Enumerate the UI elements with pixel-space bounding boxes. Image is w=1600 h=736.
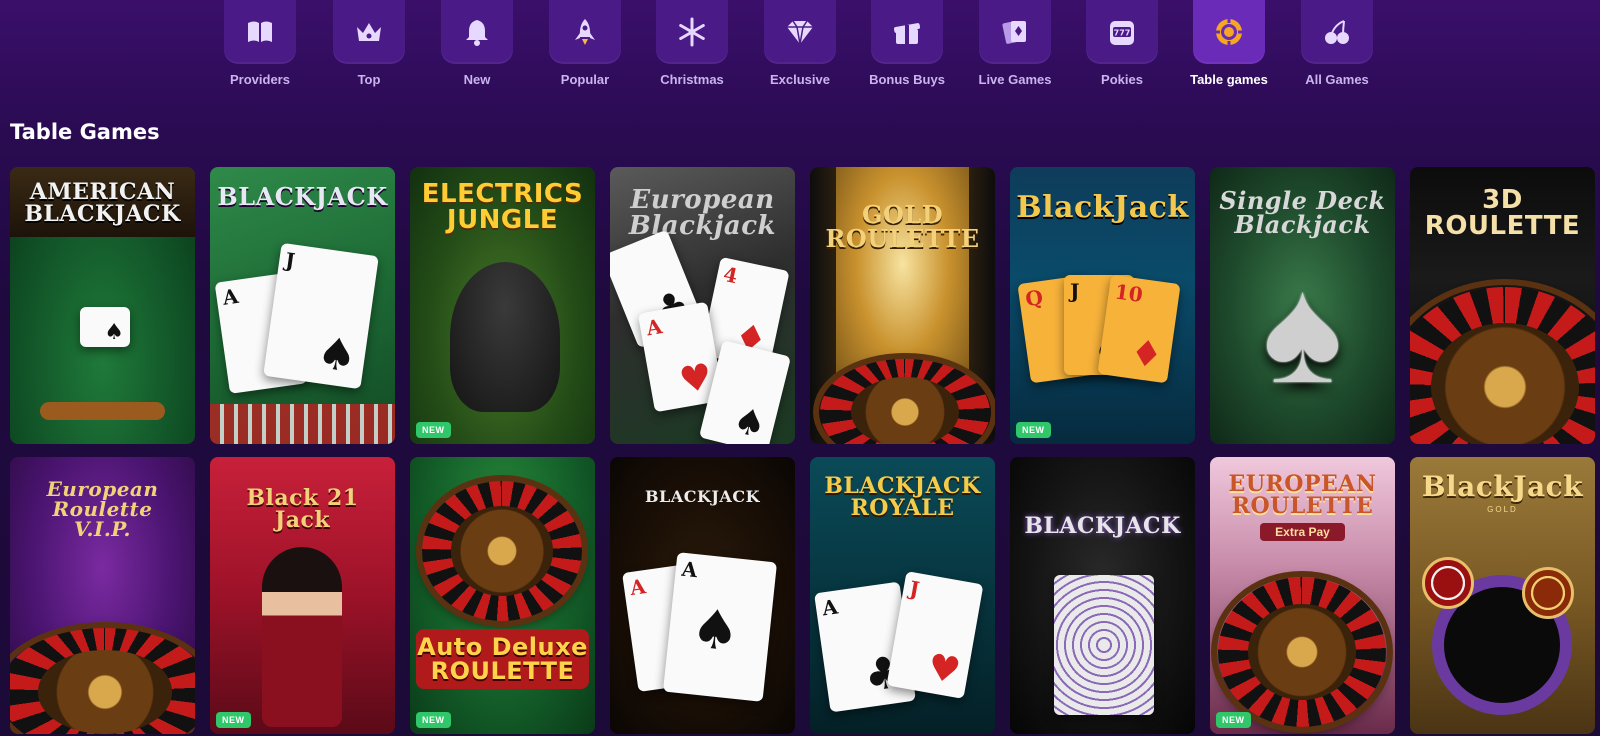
game-title: GOLD ROULETTE bbox=[825, 200, 980, 253]
category-label: Exclusive bbox=[770, 72, 830, 87]
game-title: European Roulette V.I.P. bbox=[46, 477, 159, 541]
crown-icon bbox=[333, 0, 405, 64]
category-bonus-buys[interactable]: Bonus Buys bbox=[852, 0, 962, 87]
category-new[interactable]: New bbox=[422, 0, 532, 87]
game-card-blackjack-2[interactable]: BlackJack Q J♠ 10♦ NEW bbox=[1010, 167, 1195, 444]
section-title: Table Games bbox=[10, 120, 160, 144]
game-title: BlackJack bbox=[1421, 470, 1584, 503]
gorilla-illustration bbox=[450, 262, 560, 412]
cards-icon bbox=[979, 0, 1051, 64]
category-all-games[interactable]: All Games bbox=[1282, 0, 1392, 87]
category-label: Pokies bbox=[1101, 72, 1143, 87]
category-pokies[interactable]: 777 Pokies bbox=[1067, 0, 1177, 87]
game-card-european-blackjack[interactable]: European Blackjack ♣ 4♦ A♥ ♠ bbox=[610, 167, 795, 444]
roulette-wheel bbox=[1410, 279, 1595, 444]
game-title: BLACKJACK bbox=[217, 182, 388, 211]
game-title: BLACKJACK bbox=[645, 487, 760, 506]
category-table-games[interactable]: Table games bbox=[1174, 0, 1284, 87]
category-label: Providers bbox=[230, 72, 290, 87]
game-title: BlackJack bbox=[1016, 190, 1189, 225]
category-nav: Providers Top New Popular Christmas Excl… bbox=[0, 0, 1600, 92]
svg-text:777: 777 bbox=[1114, 29, 1131, 38]
game-card-blackjack-gold[interactable]: BlackJack GOLD bbox=[1410, 457, 1595, 734]
rocket-icon bbox=[549, 0, 621, 64]
game-card-single-deck-blackjack[interactable]: Single Deck Blackjack ♠ bbox=[1210, 167, 1395, 444]
category-christmas[interactable]: Christmas bbox=[637, 0, 747, 87]
diamond-icon bbox=[764, 0, 836, 64]
gift-icon bbox=[871, 0, 943, 64]
game-card-blackjack-1[interactable]: BLACKJACK A♠ J♠ bbox=[210, 167, 395, 444]
category-label: Christmas bbox=[660, 72, 724, 87]
category-label: New bbox=[463, 72, 491, 87]
roulette-wheel bbox=[813, 352, 995, 444]
playing-card: ♠ bbox=[80, 307, 130, 347]
game-card-blackjack-3[interactable]: BLACKJACK A A ♠ bbox=[610, 457, 795, 734]
category-live-games[interactable]: Live Games bbox=[960, 0, 1070, 87]
game-card-european-roulette-vip[interactable]: European Roulette V.I.P. bbox=[10, 457, 195, 734]
playing-card: J♠ bbox=[263, 242, 379, 390]
game-title: 3D ROULETTE bbox=[1424, 185, 1581, 241]
category-providers[interactable]: Providers bbox=[205, 0, 315, 87]
game-title: EUROPEAN ROULETTE bbox=[1228, 471, 1377, 519]
game-card-blackjack-4[interactable]: BLACKJACK bbox=[1010, 457, 1195, 734]
new-badge: NEW bbox=[416, 712, 451, 728]
category-label: Live Games bbox=[978, 72, 1052, 87]
new-badge: NEW bbox=[1016, 422, 1051, 438]
new-badge: NEW bbox=[1216, 712, 1251, 728]
game-title: BLACKJACK bbox=[1024, 513, 1181, 539]
book-icon bbox=[224, 0, 296, 64]
game-card-european-roulette-extra-pay[interactable]: EUROPEAN ROULETTE Extra Pay NEW bbox=[1210, 457, 1395, 734]
cherries-icon bbox=[1301, 0, 1373, 64]
game-title: European Blackjack bbox=[628, 185, 777, 241]
category-popular[interactable]: Popular bbox=[530, 0, 640, 87]
playing-card: 10 ♦ bbox=[1097, 274, 1181, 384]
gold-label: GOLD bbox=[1487, 505, 1518, 514]
game-card-auto-deluxe-roulette[interactable]: Auto Deluxe ROULETTE NEW bbox=[410, 457, 595, 734]
new-badge: NEW bbox=[216, 712, 251, 728]
category-label: Top bbox=[357, 72, 381, 87]
category-exclusive[interactable]: Exclusive bbox=[745, 0, 855, 87]
playing-card bbox=[1054, 575, 1154, 715]
game-card-gold-roulette[interactable]: GOLD ROULETTE bbox=[810, 167, 995, 444]
game-title: BLACKJACK ROYALE bbox=[824, 473, 981, 521]
new-badge: NEW bbox=[416, 422, 451, 438]
game-card-american-blackjack[interactable]: AMERICAN BLACKJACK ♠ bbox=[10, 167, 195, 444]
category-label: Bonus Buys bbox=[869, 72, 945, 87]
game-title: Auto Deluxe ROULETTE bbox=[416, 629, 589, 689]
game-title: ELECTRICS JUNGLE bbox=[421, 179, 584, 235]
extra-pay-label: Extra Pay bbox=[1260, 523, 1345, 541]
dealer-illustration bbox=[262, 547, 342, 727]
game-title: AMERICAN BLACKJACK bbox=[24, 179, 181, 227]
category-label: Table games bbox=[1190, 72, 1268, 87]
snowflake-icon bbox=[656, 0, 728, 64]
spade-icon: ♠ bbox=[1262, 246, 1343, 414]
poker-chip-icon bbox=[1522, 567, 1574, 619]
roulette-wheel bbox=[1211, 571, 1393, 733]
bell-icon bbox=[441, 0, 513, 64]
game-card-black-21-jack[interactable]: Black 21 Jack NEW bbox=[210, 457, 395, 734]
game-card-3d-roulette[interactable]: 3D ROULETTE bbox=[1410, 167, 1595, 444]
game-card-blackjack-royale[interactable]: BLACKJACK ROYALE A ♣ J ♥ bbox=[810, 457, 995, 734]
playing-card: A♠ bbox=[662, 552, 778, 702]
game-title: Single Deck Blackjack bbox=[1219, 186, 1386, 239]
roulette-wheel bbox=[10, 621, 195, 734]
game-card-electrics-jungle[interactable]: ELECTRICS JUNGLE NEW bbox=[410, 167, 595, 444]
slot-machine-icon: 777 bbox=[1086, 0, 1158, 64]
category-label: Popular bbox=[560, 72, 610, 87]
game-title: Black 21 Jack bbox=[246, 485, 359, 533]
poker-chip-icon bbox=[1193, 0, 1265, 64]
category-top[interactable]: Top bbox=[314, 0, 424, 87]
category-label: All Games bbox=[1305, 72, 1369, 87]
poker-chip-icon bbox=[1422, 557, 1474, 609]
roulette-wheel bbox=[415, 475, 589, 627]
